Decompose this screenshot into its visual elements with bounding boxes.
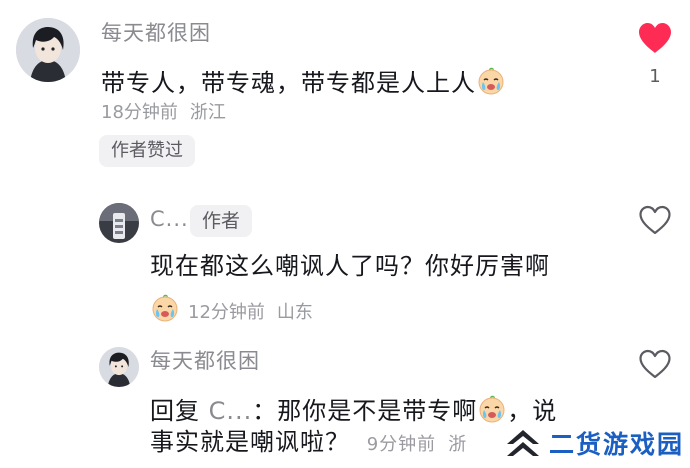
comment-username[interactable]: 每天都很困 (101, 23, 211, 44)
like-button[interactable] (637, 204, 673, 236)
reply-text: 回复 C...：那你是不是带专啊 ，说 (150, 394, 557, 424)
watermark-text: 二货游戏园 (549, 430, 685, 459)
author-tag: 作者 (190, 205, 253, 237)
reply-time: 12分钟前 (188, 302, 265, 323)
reply-location: 浙 (448, 434, 468, 455)
heart-outline-icon (639, 349, 671, 379)
like-button[interactable] (637, 22, 673, 54)
comment-thread: 每天都很困 带专人，带专魂，带专都是人上人 18分钟前 浙江 作者赞过 1 C.… (0, 0, 690, 468)
reply-text-line2-body: 事实就是嘲讽啦？ (150, 428, 350, 456)
avatar[interactable] (16, 18, 80, 82)
comment-text: 带专人，带专魂，带专都是人上人 (101, 66, 506, 96)
comment-location: 浙江 (189, 102, 226, 123)
reply-text: 现在都这么嘲讽人了吗？你好厉害啊 (150, 252, 550, 280)
reply-time: 9分钟前 (366, 434, 437, 455)
watermark: 二货游戏园 (503, 424, 690, 462)
reply-text-part2: ，说 (507, 397, 558, 425)
comment-meta: 18分钟前 浙江 (101, 104, 226, 122)
reply-to-username[interactable]: C... (209, 397, 253, 425)
reply-username[interactable]: C... (150, 209, 189, 230)
like-button[interactable] (637, 348, 673, 380)
reply-text-part1: 那你是不是带专啊 (277, 397, 478, 425)
crying-face-emoji (477, 394, 507, 424)
reply-username[interactable]: 每天都很困 (150, 351, 260, 372)
like-count: 1 (649, 66, 661, 87)
author-liked-badge: 作者赞过 (99, 135, 195, 167)
heart-outline-icon (639, 205, 671, 235)
reply-colon: ： (252, 397, 278, 425)
heart-filled-icon (639, 23, 671, 53)
crying-face-emoji (150, 293, 180, 323)
reply-meta: 9分钟前浙 (360, 434, 467, 455)
crying-face-emoji (476, 66, 506, 96)
avatar[interactable] (99, 347, 139, 387)
comment-text-body: 带专人，带专魂，带专都是人上人 (101, 69, 476, 97)
reply-location: 山东 (276, 302, 313, 323)
reply-meta: 12分钟前 山东 (150, 293, 313, 323)
reply-prefix: 回复 (150, 397, 200, 425)
double-chevron-logo-icon (507, 430, 539, 456)
avatar[interactable] (99, 203, 139, 243)
reply-text-line2: 事实就是嘲讽啦？ 9分钟前浙 (150, 430, 467, 454)
comment-time: 18分钟前 (101, 102, 178, 123)
